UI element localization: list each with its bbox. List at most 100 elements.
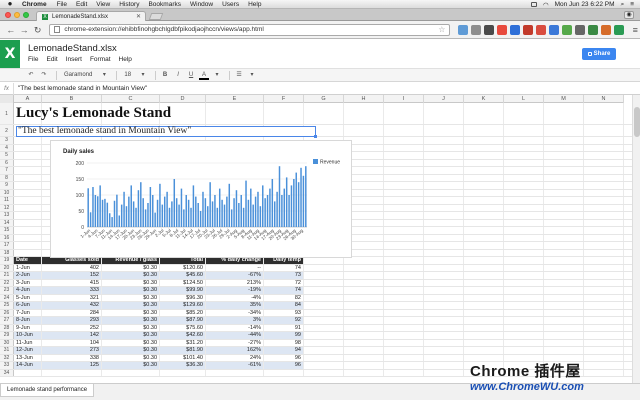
- grid-cell[interactable]: $129.60: [160, 302, 206, 309]
- grid-cell[interactable]: [504, 279, 544, 286]
- row-number[interactable]: 18: [0, 249, 14, 256]
- grid-cell[interactable]: [424, 249, 464, 256]
- grid-cell[interactable]: [344, 354, 384, 361]
- menu-users[interactable]: Users: [222, 1, 239, 8]
- menu-edit[interactable]: Edit: [76, 1, 87, 8]
- grid-cell[interactable]: [424, 362, 464, 369]
- grid-cell[interactable]: $0.30: [102, 287, 160, 294]
- zoom-window-icon[interactable]: [23, 12, 29, 18]
- text-color-button[interactable]: A: [199, 70, 210, 80]
- grid-cell[interactable]: -27%: [206, 339, 264, 346]
- column-header[interactable]: D: [160, 95, 206, 103]
- grid-cell[interactable]: [424, 354, 464, 361]
- app-menu-edit[interactable]: Edit: [46, 56, 57, 63]
- column-header[interactable]: G: [304, 95, 344, 103]
- grid-cell[interactable]: [584, 287, 624, 294]
- grid-cell[interactable]: 74: [264, 287, 304, 294]
- chevron-down-icon[interactable]: ▾: [212, 70, 222, 80]
- grid-cell[interactable]: -61%: [206, 362, 264, 369]
- grid-cell[interactable]: [464, 234, 504, 241]
- share-button[interactable]: Share: [582, 48, 616, 60]
- grid-cell[interactable]: 3-Jun: [14, 279, 42, 286]
- grid-cell[interactable]: [206, 103, 264, 124]
- grid-cell[interactable]: [464, 174, 504, 181]
- extension-icon[interactable]: [523, 24, 534, 35]
- grid-cell[interactable]: 3%: [206, 317, 264, 324]
- grid-cell[interactable]: [14, 234, 42, 241]
- grid-cell[interactable]: [384, 317, 424, 324]
- grid-cell[interactable]: 24%: [206, 354, 264, 361]
- grid-cell[interactable]: [304, 339, 344, 346]
- menu-help[interactable]: Help: [248, 1, 261, 8]
- grid-cell[interactable]: 11-Jun: [14, 339, 42, 346]
- apple-menu-icon[interactable]: ●: [6, 0, 14, 8]
- extension-icon[interactable]: [458, 24, 469, 35]
- row-number[interactable]: 29: [0, 332, 14, 339]
- grid-cell[interactable]: [14, 204, 42, 211]
- grid-cell[interactable]: [424, 287, 464, 294]
- grid-cell[interactable]: [14, 369, 42, 376]
- grid-cell[interactable]: [384, 272, 424, 279]
- grid-cell[interactable]: [544, 144, 584, 151]
- grid-cell[interactable]: 273: [42, 347, 102, 354]
- column-header[interactable]: L: [504, 95, 544, 103]
- grid-cell[interactable]: [584, 174, 624, 181]
- grid-cell[interactable]: [424, 167, 464, 174]
- grid-cell[interactable]: [344, 272, 384, 279]
- grid-cell[interactable]: 213%: [206, 279, 264, 286]
- extension-icon[interactable]: [601, 24, 612, 35]
- row-number[interactable]: 17: [0, 242, 14, 249]
- chevron-down-icon[interactable]: ▾: [138, 70, 148, 80]
- grid-cell[interactable]: [504, 137, 544, 144]
- grid-cell[interactable]: [384, 103, 424, 124]
- back-icon[interactable]: ←: [5, 24, 16, 36]
- grid-cell[interactable]: [384, 167, 424, 174]
- grid-cell[interactable]: [304, 347, 344, 354]
- grid-cell[interactable]: [544, 339, 584, 346]
- menu-view[interactable]: View: [96, 1, 110, 8]
- grid-cell[interactable]: [424, 174, 464, 181]
- grid-cell[interactable]: [344, 125, 384, 136]
- grid-cell[interactable]: [344, 302, 384, 309]
- row-number[interactable]: 7: [0, 167, 14, 174]
- grid-cell[interactable]: [424, 332, 464, 339]
- row-number[interactable]: 31: [0, 347, 14, 354]
- grid-cell[interactable]: [304, 287, 344, 294]
- grid-cell[interactable]: [424, 302, 464, 309]
- grid-cell[interactable]: 402: [42, 264, 102, 271]
- row-number[interactable]: 21: [0, 272, 14, 279]
- column-header[interactable]: A: [14, 95, 42, 103]
- grid-cell[interactable]: [584, 242, 624, 249]
- grid-cell[interactable]: [584, 182, 624, 189]
- grid-cell[interactable]: $0.30: [102, 294, 160, 301]
- grid-cell[interactable]: [504, 182, 544, 189]
- grid-cell[interactable]: [344, 287, 384, 294]
- grid-cell[interactable]: [464, 159, 504, 166]
- grid-cell[interactable]: [464, 219, 504, 226]
- grid-cell[interactable]: [424, 204, 464, 211]
- grid-cell[interactable]: [384, 339, 424, 346]
- row-number[interactable]: 19: [0, 257, 14, 264]
- extension-icon[interactable]: [471, 24, 482, 35]
- grid-cell[interactable]: $0.30: [102, 309, 160, 316]
- grid-cell[interactable]: [544, 103, 584, 124]
- grid-cell[interactable]: $75.60: [160, 324, 206, 331]
- grid-cell[interactable]: [504, 103, 544, 124]
- grid-cell[interactable]: $0.30: [102, 332, 160, 339]
- grid-cell[interactable]: [504, 302, 544, 309]
- grid-cell[interactable]: [424, 189, 464, 196]
- list-icon[interactable]: ≡: [630, 1, 634, 8]
- extension-icon[interactable]: [536, 24, 547, 35]
- grid-cell[interactable]: [504, 294, 544, 301]
- grid-cell[interactable]: [504, 317, 544, 324]
- close-tab-icon[interactable]: ✕: [136, 13, 141, 20]
- grid-cell[interactable]: [344, 362, 384, 369]
- app-menu-help[interactable]: Help: [119, 56, 132, 63]
- grid-cell[interactable]: $0.30: [102, 302, 160, 309]
- grid-cell[interactable]: [344, 339, 384, 346]
- grid-cell[interactable]: [584, 103, 624, 124]
- grid-cell[interactable]: 74: [264, 264, 304, 271]
- grid-cell[interactable]: [544, 309, 584, 316]
- grid-cell[interactable]: [304, 309, 344, 316]
- grid-cell[interactable]: [304, 103, 344, 124]
